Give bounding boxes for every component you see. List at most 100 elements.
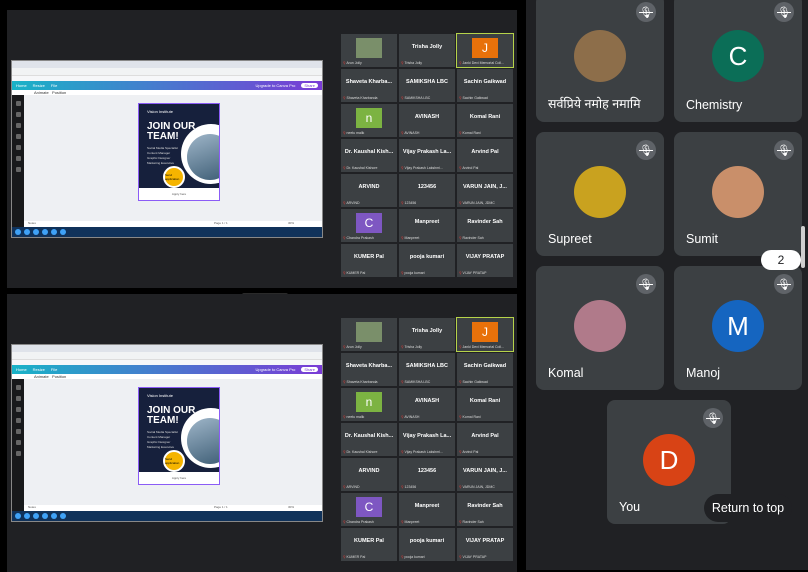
participant-name: Dr. Kaushal Kish... bbox=[344, 149, 394, 155]
participant-name: सर्वप्रिये नमोह नमामि bbox=[548, 97, 641, 111]
participant-name: Sachin Gaikwad bbox=[463, 363, 507, 369]
participant-tile[interactable]: Arun Jolly bbox=[340, 33, 398, 68]
participant-tile[interactable]: Arvind Pal Arvind Pal bbox=[456, 138, 514, 173]
participant-tile[interactable]: Arvind Pal Arvind Pal bbox=[456, 422, 514, 457]
participant-label: Dr. Kaushal Kishore bbox=[343, 450, 378, 454]
participant-tile[interactable]: VIJAY PRATAP VIJAY PRATAP bbox=[456, 243, 514, 278]
participant-tile[interactable]: n neelu malik bbox=[340, 387, 398, 422]
participant-tile[interactable]: 🎙 Sumit bbox=[674, 132, 802, 256]
poster-bullets: Social Media Specialist Content Manager … bbox=[147, 146, 178, 165]
participant-tile[interactable]: VARUN JAIN, J... VARUN JAIN, JDMC bbox=[456, 457, 514, 492]
participant-tile[interactable]: VIJAY PRATAP VIJAY PRATAP bbox=[456, 527, 514, 562]
participant-photo bbox=[574, 300, 626, 352]
participant-label: AVINASH bbox=[401, 415, 419, 419]
participant-label: Trisha Jolly bbox=[401, 61, 422, 65]
participant-tile[interactable]: Vijay Prakash La... Vijay Prakash Lakshmi… bbox=[398, 422, 456, 457]
participant-tile[interactable]: Ravinder Sah Ravinder Sah bbox=[456, 492, 514, 527]
participant-tile[interactable]: C Chandra Prakash bbox=[340, 492, 398, 527]
participant-label: Vijay Prakash Lakshmi... bbox=[401, 166, 443, 170]
participant-tile[interactable]: Vijay Prakash La... Vijay Prakash Lakshmi… bbox=[398, 138, 456, 173]
participant-label: KUMER Pal bbox=[343, 555, 366, 559]
participant-name: Dr. Kaushal Kish... bbox=[344, 433, 394, 439]
participant-tile[interactable]: ARVIND ARVIND bbox=[340, 173, 398, 208]
participant-tile[interactable]: SAMIKSHA LBC SAMIKSHA LBC bbox=[398, 352, 456, 387]
participant-label: Arun Jolly bbox=[343, 345, 361, 349]
meeting-window-bottom: Home Resize File Upgrade to Canva Pro Sh… bbox=[7, 294, 517, 572]
canva-upgrade: Upgrade to Canva Pro bbox=[255, 83, 296, 88]
participant-tile[interactable]: 🎙 C Chemistry bbox=[674, 0, 802, 122]
participant-tile[interactable]: Komal Rani Komal Rani bbox=[456, 103, 514, 138]
participant-tile[interactable]: ARVIND ARVIND bbox=[340, 457, 398, 492]
participant-tile[interactable]: VARUN JAIN, J... VARUN JAIN, JDMC bbox=[456, 173, 514, 208]
participant-photo bbox=[574, 30, 626, 82]
participant-label: pooja kumari bbox=[401, 555, 425, 559]
participant-label: AVINASH bbox=[401, 131, 419, 135]
participant-tile[interactable]: Trisha Jolly Trisha Jolly bbox=[398, 33, 456, 68]
participant-label: neelu malik bbox=[343, 131, 365, 135]
participant-name: ARVIND bbox=[358, 468, 380, 474]
participant-name: Arvind Pal bbox=[471, 433, 499, 439]
browser-url-bar bbox=[12, 352, 322, 360]
participant-tile[interactable]: Dr. Kaushal Kish... Dr. Kaushal Kishore bbox=[340, 138, 398, 173]
participant-tile[interactable]: SAMIKSHA LBC SAMIKSHA LBC bbox=[398, 68, 456, 103]
participant-tile[interactable]: Trisha Jolly Trisha Jolly bbox=[398, 317, 456, 352]
participant-tile[interactable]: pooja kumari pooja kumari bbox=[398, 527, 456, 562]
scrollbar-thumb[interactable] bbox=[801, 226, 805, 268]
avatar: J bbox=[472, 322, 498, 342]
canva-file: File bbox=[50, 83, 58, 88]
participant-tile[interactable]: Manpreet Manpreet bbox=[398, 492, 456, 527]
participant-name: SAMIKSHA LBC bbox=[406, 363, 448, 369]
participant-photo bbox=[712, 166, 764, 218]
participant-tile[interactable]: 🎙 Supreet bbox=[536, 132, 664, 256]
participant-tile[interactable]: J Janki Devi Memorial Coll... bbox=[456, 317, 514, 352]
participant-tile[interactable]: 123456 123456 bbox=[398, 173, 456, 208]
participant-label: VIJAY PRATAP bbox=[459, 271, 487, 275]
participant-tile[interactable]: n neelu malik bbox=[340, 103, 398, 138]
participant-tile[interactable]: KUMER Pal KUMER Pal bbox=[340, 527, 398, 562]
participant-tile[interactable]: KUMER Pal KUMER Pal bbox=[340, 243, 398, 278]
canva-sidebar bbox=[12, 379, 24, 511]
participant-tile[interactable]: pooja kumari pooja kumari bbox=[398, 243, 456, 278]
canva-upgrade: Upgrade to Canva Pro bbox=[255, 367, 296, 372]
participant-tile[interactable]: AVINASH AVINASH bbox=[398, 103, 456, 138]
participant-tile[interactable]: 🎙 M Manoj bbox=[674, 266, 802, 390]
participant-label: SAMIKSHA LBC bbox=[401, 380, 431, 384]
participant-tile[interactable]: C Chandra Prakash bbox=[340, 208, 398, 243]
participant-tile[interactable]: Shaveta Kharba... Shaveta Kharbanda bbox=[340, 68, 398, 103]
canva-home: Home bbox=[16, 367, 27, 372]
poster-footer: Apply here bbox=[139, 472, 219, 484]
participant-name: Sumit bbox=[686, 232, 718, 246]
participant-label: Trisha Jolly bbox=[401, 345, 422, 349]
participant-tile[interactable]: Shaveta Kharba... Shaveta Kharbanda bbox=[340, 352, 398, 387]
participant-label: Janki Devi Memorial Coll... bbox=[459, 345, 504, 349]
participant-label: VARUN JAIN, JDMC bbox=[459, 201, 495, 205]
canva-header: Home Resize File Upgrade to Canva Pro Sh… bbox=[12, 81, 322, 90]
participant-tile[interactable]: 🎙 सर्वप्रिये नमोह नमामि bbox=[536, 0, 664, 122]
participant-label: Sachin Gaikwad bbox=[459, 380, 488, 384]
avatar: C bbox=[712, 30, 764, 82]
participant-tile[interactable]: 🎙 Komal bbox=[536, 266, 664, 390]
participant-tile[interactable]: Komal Rani Komal Rani bbox=[456, 387, 514, 422]
participant-tile[interactable]: 123456 123456 bbox=[398, 457, 456, 492]
participant-tile[interactable]: Sachin Gaikwad Sachin Gaikwad bbox=[456, 352, 514, 387]
avatar: C bbox=[356, 497, 382, 517]
participant-tile[interactable]: J Janki Devi Memorial Coll... bbox=[456, 33, 514, 68]
participant-photo bbox=[574, 166, 626, 218]
participant-tile[interactable]: Ravinder Sah Ravinder Sah bbox=[456, 208, 514, 243]
participant-name: Manpreet bbox=[414, 503, 440, 509]
participant-label: Manpreet bbox=[401, 236, 420, 240]
participant-label: Komal Rani bbox=[459, 131, 481, 135]
participant-tile[interactable]: Dr. Kaushal Kish... Dr. Kaushal Kishore bbox=[340, 422, 398, 457]
participant-name: Komal Rani bbox=[469, 114, 501, 120]
participant-label: 123456 bbox=[401, 201, 417, 205]
avatar: C bbox=[356, 213, 382, 233]
return-to-top-button[interactable]: Return to top bbox=[704, 494, 792, 522]
participant-name: AVINASH bbox=[414, 398, 440, 404]
more-participants-badge[interactable]: 2 bbox=[761, 250, 801, 270]
participant-label: Sachin Gaikwad bbox=[459, 96, 488, 100]
participant-tile[interactable]: AVINASH AVINASH bbox=[398, 387, 456, 422]
participant-tile[interactable]: Manpreet Manpreet bbox=[398, 208, 456, 243]
participant-tile[interactable]: Sachin Gaikwad Sachin Gaikwad bbox=[456, 68, 514, 103]
participant-tile[interactable]: Arun Jolly bbox=[340, 317, 398, 352]
participant-name: VARUN JAIN, J... bbox=[463, 468, 507, 474]
